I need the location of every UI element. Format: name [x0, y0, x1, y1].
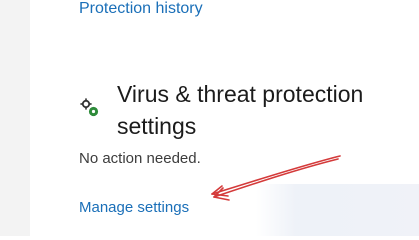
status-text: No action needed.: [79, 150, 201, 167]
section-title: Virus & threat protection settings: [117, 81, 364, 139]
left-margin-strip: [0, 0, 30, 236]
protection-history-link[interactable]: Protection history: [79, 0, 203, 18]
settings-gear-icon: [78, 96, 102, 120]
watermark-overlay: [256, 184, 419, 236]
manage-settings-link[interactable]: Manage settings: [79, 199, 189, 217]
